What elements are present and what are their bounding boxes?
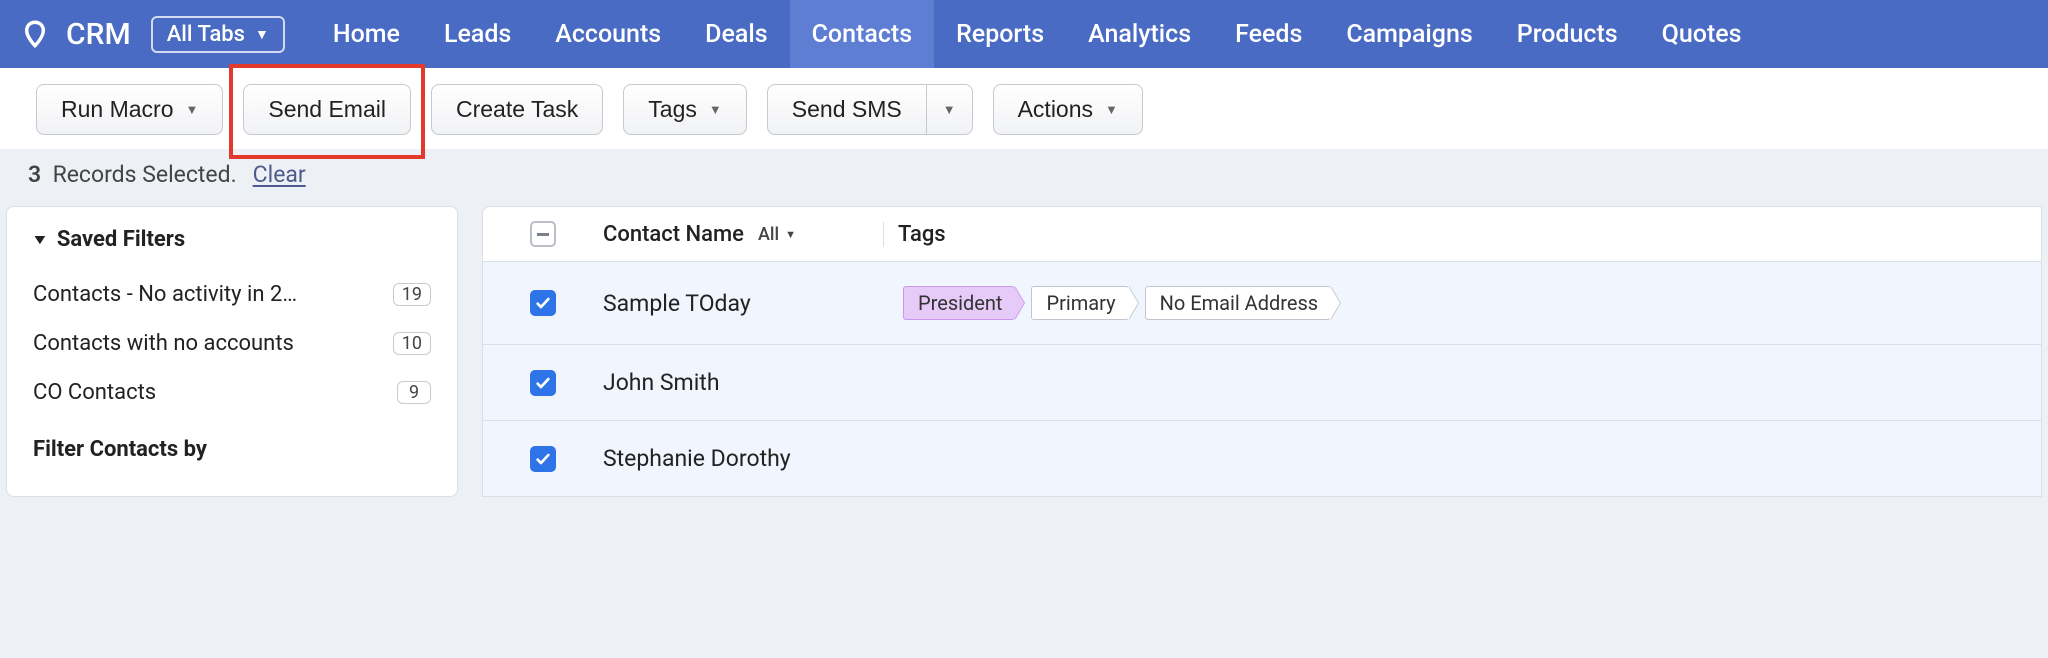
caret-down-icon: ▼ bbox=[255, 26, 269, 43]
top-nav: CRM All Tabs ▼ HomeLeadsAccountsDealsCon… bbox=[0, 0, 2048, 68]
actions-label: Actions bbox=[1018, 96, 1093, 123]
caret-down-icon: ▼ bbox=[785, 228, 796, 241]
tag[interactable]: No Email Address bbox=[1145, 286, 1332, 320]
all-tabs-dropdown[interactable]: All Tabs ▼ bbox=[151, 16, 285, 53]
actions-button[interactable]: Actions ▼ bbox=[993, 84, 1143, 135]
filter-by-title: Filter Contacts by bbox=[33, 437, 431, 462]
saved-filter-name: CO Contacts bbox=[33, 380, 156, 405]
run-macro-label: Run Macro bbox=[61, 96, 173, 123]
saved-filter-count: 10 bbox=[393, 332, 431, 355]
send-email-button[interactable]: Send Email bbox=[243, 84, 411, 135]
table-row[interactable]: Stephanie Dorothy bbox=[483, 420, 2041, 496]
tag[interactable]: President bbox=[903, 286, 1015, 320]
row-checkbox-cell bbox=[483, 446, 603, 472]
saved-filters-title: Saved Filters bbox=[57, 227, 185, 252]
saved-filter-name: Contacts with no accounts bbox=[33, 331, 294, 356]
table-row[interactable]: John Smith bbox=[483, 344, 2041, 420]
nav-item-campaigns[interactable]: Campaigns bbox=[1324, 0, 1494, 68]
clear-selection-link[interactable]: Clear bbox=[253, 161, 306, 188]
nav-item-accounts[interactable]: Accounts bbox=[533, 0, 683, 68]
caret-down-icon: ▼ bbox=[1105, 102, 1118, 117]
all-filter-label: All bbox=[758, 224, 779, 245]
nav-item-feeds[interactable]: Feeds bbox=[1213, 0, 1324, 68]
toolbar: Run Macro ▼ Send Email Create Task Tags … bbox=[0, 68, 2048, 149]
row-checkbox[interactable] bbox=[530, 446, 556, 472]
table-header: Contact Name All ▼ Tags bbox=[483, 207, 2041, 261]
selection-label: Records Selected. bbox=[53, 161, 237, 188]
table-body: Sample TOdayPresident Primary No Email Add… bbox=[483, 261, 2041, 496]
row-contact-name: Sample TOday bbox=[603, 290, 903, 317]
nav-item-leads[interactable]: Leads bbox=[422, 0, 533, 68]
filter-sidebar: ▼ Saved Filters Contacts - No activity i… bbox=[6, 206, 458, 497]
tags-label: Tags bbox=[648, 96, 697, 123]
send-email-label: Send Email bbox=[268, 96, 386, 123]
row-contact-name: Stephanie Dorothy bbox=[603, 445, 903, 472]
row-checkbox-cell bbox=[483, 290, 603, 316]
contact-name-all-filter[interactable]: All ▼ bbox=[758, 224, 796, 245]
saved-filter-count: 9 bbox=[397, 381, 431, 404]
nav-item-contacts[interactable]: Contacts bbox=[790, 0, 934, 68]
saved-filter-item[interactable]: Contacts - No activity in 2… 19 bbox=[33, 270, 431, 319]
nav-item-home[interactable]: Home bbox=[311, 0, 422, 68]
nav-item-deals[interactable]: Deals bbox=[683, 0, 789, 68]
saved-filter-item[interactable]: CO Contacts 9 bbox=[33, 368, 431, 417]
send-sms-button[interactable]: Send SMS bbox=[767, 84, 927, 135]
nav-item-analytics[interactable]: Analytics bbox=[1066, 0, 1213, 68]
select-all-checkbox[interactable] bbox=[530, 221, 556, 247]
row-tags: President Primary No Email Address bbox=[903, 286, 1331, 320]
header-checkbox-cell bbox=[483, 221, 603, 247]
saved-filter-item[interactable]: Contacts with no accounts 10 bbox=[33, 319, 431, 368]
row-contact-name: John Smith bbox=[603, 369, 903, 396]
tag[interactable]: Primary bbox=[1031, 286, 1128, 320]
saved-filter-name: Contacts - No activity in 2… bbox=[33, 282, 297, 307]
tags-button[interactable]: Tags ▼ bbox=[623, 84, 746, 135]
selection-text: 3 Records Selected. bbox=[28, 161, 237, 188]
row-checkbox-cell bbox=[483, 370, 603, 396]
header-contact-name-label: Contact Name bbox=[603, 222, 744, 247]
nav-items: HomeLeadsAccountsDealsContactsReportsAna… bbox=[311, 0, 1764, 68]
send-sms-dropdown[interactable]: ▼ bbox=[927, 84, 973, 135]
nav-item-reports[interactable]: Reports bbox=[934, 0, 1066, 68]
caret-down-icon: ▼ bbox=[943, 102, 956, 117]
row-checkbox[interactable] bbox=[530, 370, 556, 396]
saved-filters-header[interactable]: ▼ Saved Filters bbox=[33, 227, 431, 252]
crm-logo-icon bbox=[14, 13, 56, 55]
create-task-button[interactable]: Create Task bbox=[431, 84, 603, 135]
send-sms-group: Send SMS ▼ bbox=[767, 84, 973, 135]
saved-filter-count: 19 bbox=[393, 283, 431, 306]
main-layout: ▼ Saved Filters Contacts - No activity i… bbox=[0, 206, 2048, 497]
selection-count: 3 bbox=[28, 161, 41, 188]
caret-down-icon: ▼ bbox=[185, 102, 198, 117]
run-macro-button[interactable]: Run Macro ▼ bbox=[36, 84, 223, 135]
header-tags[interactable]: Tags bbox=[883, 222, 946, 247]
header-contact-name[interactable]: Contact Name All ▼ bbox=[603, 222, 883, 247]
table-row[interactable]: Sample TOdayPresident Primary No Email Add… bbox=[483, 261, 2041, 344]
nav-item-quotes[interactable]: Quotes bbox=[1640, 0, 1764, 68]
caret-down-icon: ▼ bbox=[709, 102, 722, 117]
saved-filters-list: Contacts - No activity in 2… 19 Contacts w… bbox=[33, 270, 431, 417]
nav-item-products[interactable]: Products bbox=[1495, 0, 1640, 68]
create-task-label: Create Task bbox=[456, 96, 578, 123]
all-tabs-label: All Tabs bbox=[167, 22, 245, 47]
row-checkbox[interactable] bbox=[530, 290, 556, 316]
caret-down-icon: ▼ bbox=[31, 231, 49, 248]
brand: CRM bbox=[14, 13, 143, 55]
app-name: CRM bbox=[66, 17, 131, 52]
send-sms-label: Send SMS bbox=[792, 96, 902, 123]
selection-bar: 3 Records Selected. Clear bbox=[0, 149, 2048, 206]
contacts-table: Contact Name All ▼ Tags Sample TOdayPres… bbox=[482, 206, 2042, 497]
